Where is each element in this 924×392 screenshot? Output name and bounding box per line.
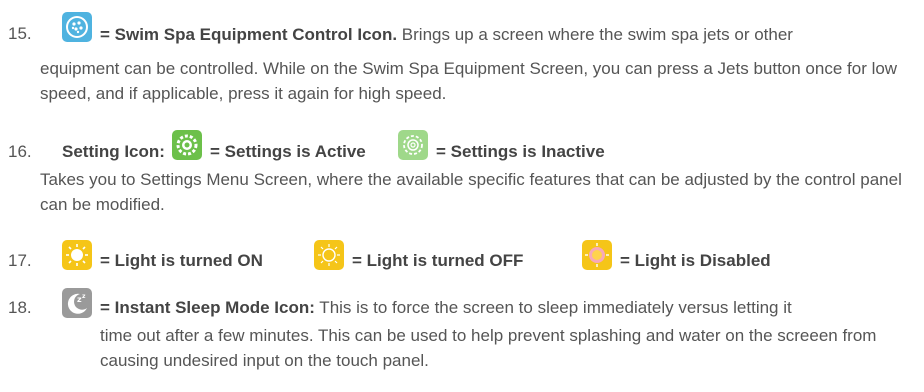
- sleep-mode-icon: z z: [62, 288, 92, 318]
- svg-text:z: z: [82, 293, 86, 300]
- item-number: 17.: [8, 251, 32, 270]
- settings-inactive-icon: [398, 130, 428, 160]
- item-number: 16.: [8, 142, 32, 161]
- item-heading: = Swim Spa Equipment Control Icon.: [100, 25, 398, 44]
- swim-spa-equipment-icon: [62, 12, 92, 42]
- light-disabled-label: = Light is Disabled: [620, 251, 771, 270]
- item-body: time out after a few minutes. This can b…: [100, 326, 877, 370]
- light-on-label: = Light is turned ON: [100, 251, 263, 270]
- light-off-label: = Light is turned OFF: [352, 251, 524, 270]
- item-heading-rest: Brings up a screen where the swim spa je…: [397, 25, 793, 44]
- settings-inactive-label: = Settings is Inactive: [436, 142, 605, 161]
- settings-active-icon: [172, 130, 202, 160]
- item-heading: = Instant Sleep Mode Icon:: [100, 298, 315, 317]
- item-body: Takes you to Settings Menu Screen, where…: [40, 170, 902, 214]
- settings-label: Setting Icon:: [62, 142, 165, 161]
- light-off-icon: [314, 240, 344, 270]
- item-body: equipment can be controlled. While on th…: [40, 59, 898, 103]
- light-on-icon: [62, 240, 92, 270]
- item-heading-rest: This is to force the screen to sleep imm…: [314, 298, 792, 317]
- item-number: 15.: [8, 24, 32, 43]
- settings-active-label: = Settings is Active: [210, 142, 366, 161]
- light-disabled-icon: [582, 240, 612, 270]
- item-number: 18.: [8, 298, 32, 317]
